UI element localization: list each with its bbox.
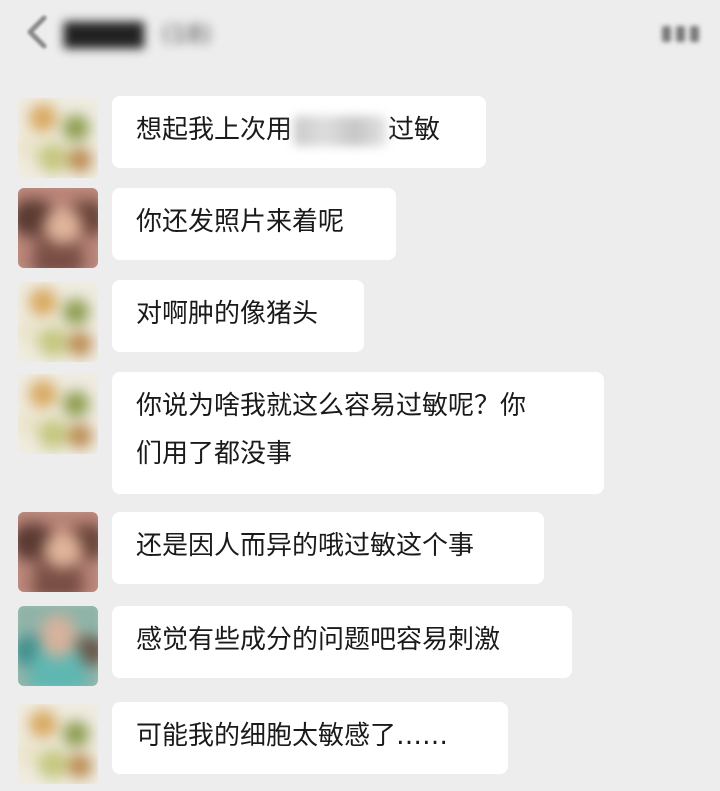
message-bubble[interactable]: 对啊肿的像猪头: [112, 280, 364, 352]
more-options-icon[interactable]: [662, 24, 706, 44]
message-text: 你还发照片来着呢: [136, 207, 345, 237]
message-text: 感觉有些成分的问题吧容易刺激: [136, 625, 501, 655]
message-bubble[interactable]: 可能我的细胞太敏感了……: [112, 702, 508, 774]
chat-title: ▇▇▇▇ (18): [64, 19, 212, 49]
message-bubble[interactable]: 还是因人而异的哦过敏这个事: [112, 512, 544, 584]
message-text-part: 过敏: [388, 115, 441, 145]
message-bubble[interactable]: 想起我上次用 过敏: [112, 96, 486, 168]
redacted-text: [294, 115, 387, 146]
avatar[interactable]: [18, 98, 98, 178]
member-count: (18): [161, 20, 212, 48]
message-bubble[interactable]: 你说为啥我就这么容易过敏呢？你 们用了都没事: [112, 372, 604, 494]
avatar[interactable]: [18, 606, 98, 686]
chat-header: ▇▇▇▇ (18): [0, 0, 720, 68]
avatar[interactable]: [18, 282, 98, 362]
avatar[interactable]: [18, 704, 98, 784]
message-text: 对啊肿的像猪头: [136, 299, 319, 329]
avatar[interactable]: [18, 188, 98, 268]
group-name: ▇▇▇▇: [64, 19, 144, 49]
message-text: 想起我上次用 过敏: [136, 106, 462, 154]
message-bubble[interactable]: 你还发照片来着呢: [112, 188, 396, 260]
message-text: 你说为啥我就这么容易过敏呢？你: [136, 391, 527, 421]
message-text-part: 想起我上次用: [136, 115, 293, 145]
message-text: 还是因人而异的哦过敏这个事: [136, 531, 475, 561]
message-text: 们用了都没事: [136, 439, 293, 469]
avatar[interactable]: [18, 512, 98, 592]
message-bubble[interactable]: 感觉有些成分的问题吧容易刺激: [112, 606, 572, 678]
message-text: 可能我的细胞太敏感了……: [136, 721, 449, 751]
avatar[interactable]: [18, 374, 98, 454]
back-arrow-icon[interactable]: [20, 14, 54, 50]
